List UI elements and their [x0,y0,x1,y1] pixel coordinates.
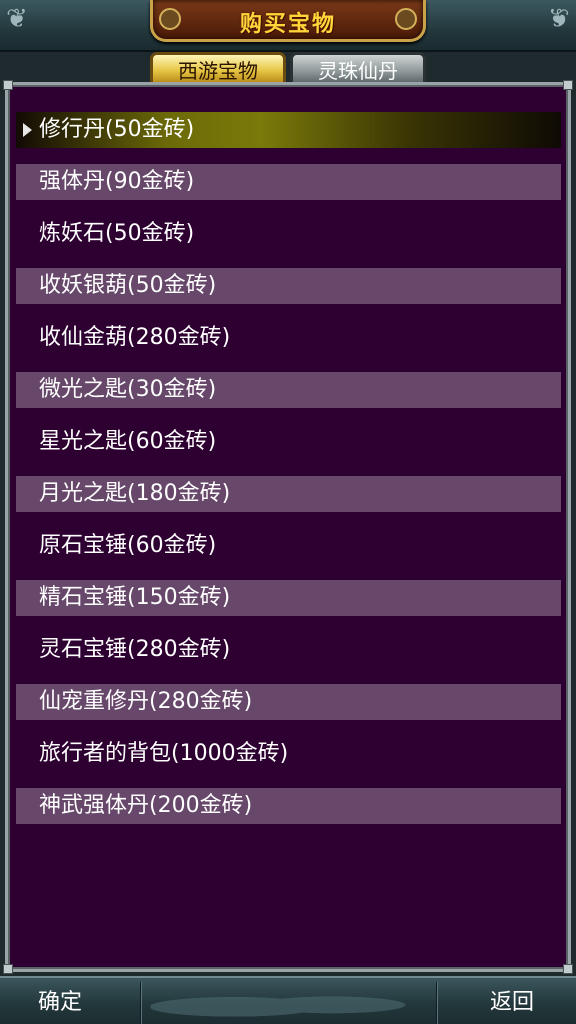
cloud-swirl-icon: ❦ [6,4,28,34]
list-item[interactable]: 灵石宝锤(280金砖) [16,632,561,668]
list-item[interactable]: 神武强体丹(200金砖) [16,788,561,824]
list-item[interactable]: 收妖银葫(50金砖) [16,268,561,304]
list-item[interactable]: 收仙金葫(280金砖) [16,320,561,356]
item-label: 微光之匙(30金砖) [39,377,217,402]
list-item[interactable]: 月光之匙(180金砖) [16,476,561,512]
back-button[interactable]: 返回 [490,986,534,1020]
item-label: 星光之匙(60金砖) [39,429,217,454]
item-label: 原石宝锤(60金砖) [39,533,217,558]
frame-corner [563,80,573,90]
list-item[interactable]: 强体丹(90金砖) [16,164,561,200]
list-item[interactable]: 旅行者的背包(1000金砖) [16,736,561,772]
frame-corner [563,964,573,974]
divider [140,982,142,1024]
item-list-panel: 修行丹(50金砖) 强体丹(90金砖) 炼妖石(50金砖) 收妖银葫(50金砖)… [3,80,573,974]
selection-pointer-icon [23,123,32,137]
item-label: 强体丹(90金砖) [39,169,195,194]
list-item-selected[interactable]: 修行丹(50金砖) [16,112,561,148]
item-label: 仙宠重修丹(280金砖) [39,689,253,714]
top-bar: ❦ ❦ 购买宝物 [0,0,576,52]
bottom-bar: 确定 返回 [0,976,576,1024]
item-label: 炼妖石(50金砖) [39,221,195,246]
list-item[interactable]: 精石宝锤(150金砖) [16,580,561,616]
item-label: 灵石宝锤(280金砖) [39,637,231,662]
cloud-pattern-icon [150,984,430,1022]
list-item[interactable]: 仙宠重修丹(280金砖) [16,684,561,720]
item-label: 修行丹(50金砖) [39,117,195,142]
page-title: 购买宝物 [239,12,336,37]
item-list: 修行丹(50金砖) 强体丹(90金砖) 炼妖石(50金砖) 收妖银葫(50金砖)… [16,112,561,840]
item-label: 月光之匙(180金砖) [39,481,231,506]
item-label: 神武强体丹(200金砖) [39,793,253,818]
list-item[interactable]: 炼妖石(50金砖) [16,216,561,252]
divider [436,982,438,1024]
item-label: 精石宝锤(150金砖) [39,585,231,610]
tab-lingzhu-elixir[interactable]: 灵珠仙丹 [290,52,426,86]
list-item[interactable]: 原石宝锤(60金砖) [16,528,561,564]
item-label: 收仙金葫(280金砖) [39,325,231,350]
shop-screen: ❦ ❦ 购买宝物 西游宝物 灵珠仙丹 修行丹(50金砖) 强体丹(90金砖) 炼… [0,0,576,1024]
list-item[interactable]: 微光之匙(30金砖) [16,372,561,408]
tab-xiyou-treasure[interactable]: 西游宝物 [150,52,286,86]
title-plaque: 购买宝物 [150,0,426,42]
list-item[interactable]: 星光之匙(60金砖) [16,424,561,460]
confirm-button[interactable]: 确定 [38,986,82,1020]
frame-corner [3,80,13,90]
item-label: 旅行者的背包(1000金砖) [39,741,289,766]
frame-corner [3,964,13,974]
cloud-swirl-icon: ❦ [548,4,570,34]
item-label: 收妖银葫(50金砖) [39,273,217,298]
